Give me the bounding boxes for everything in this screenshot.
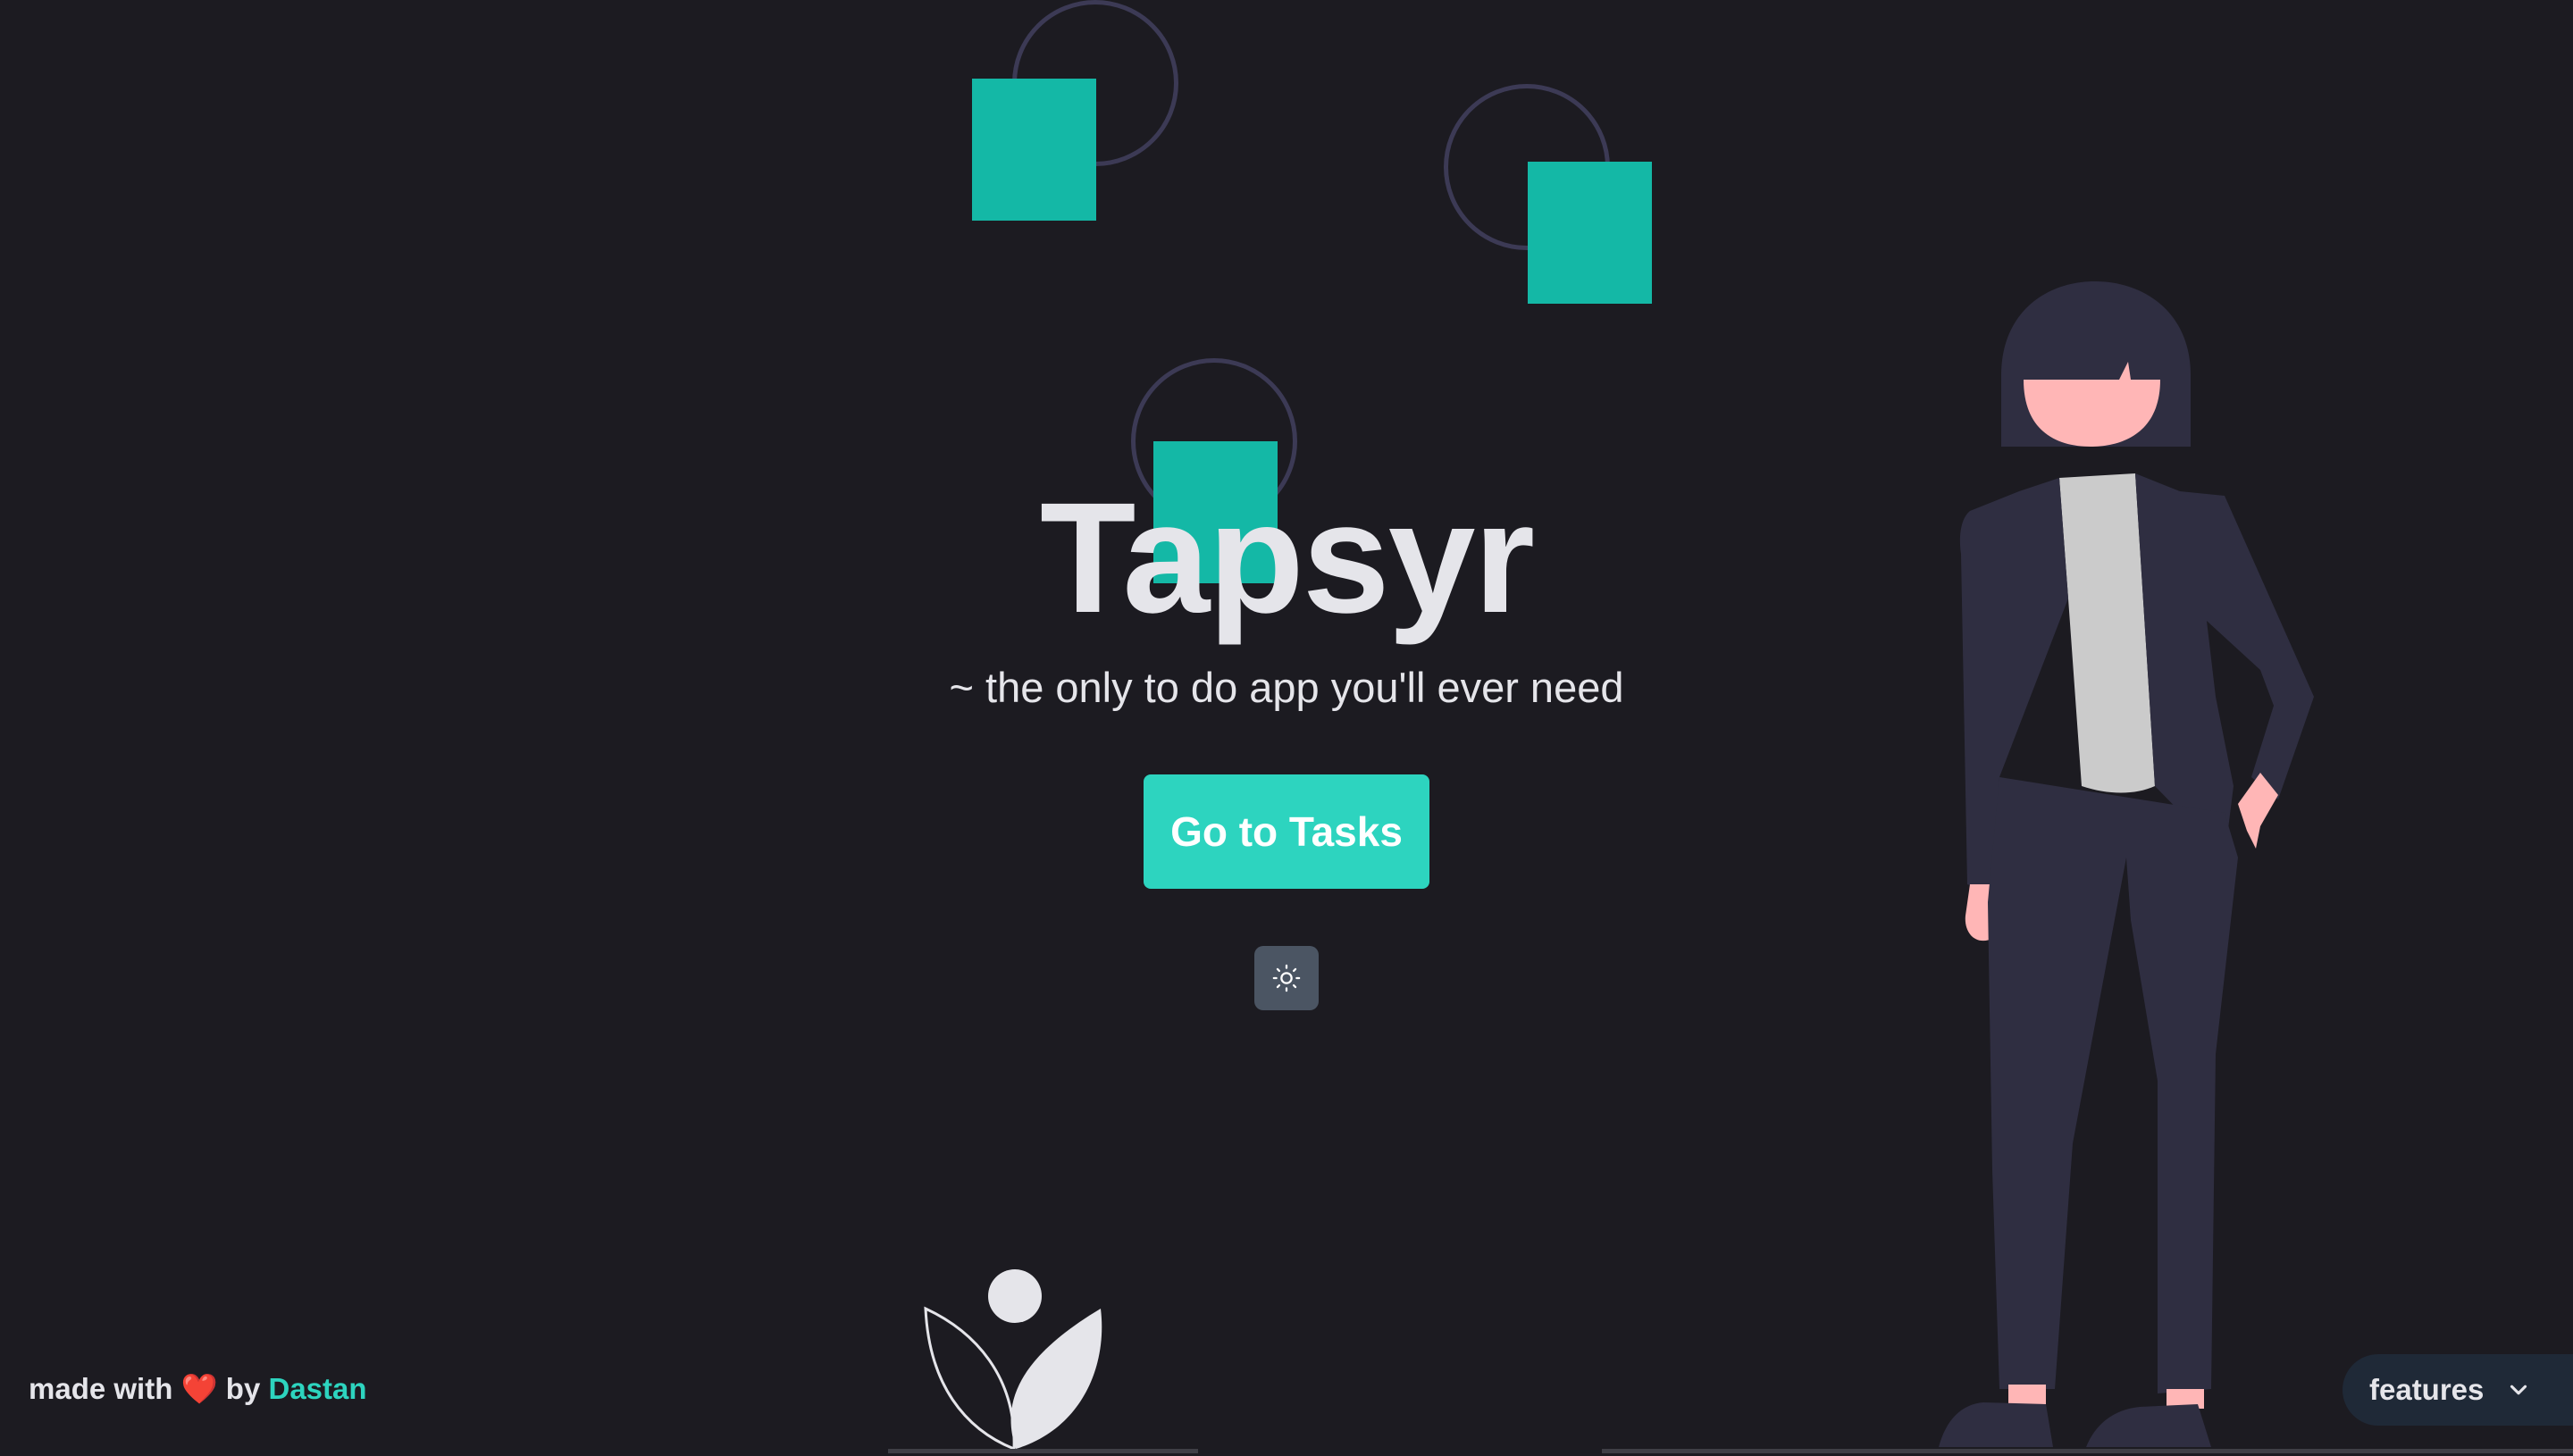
theme-toggle-button[interactable] [1254,946,1319,1010]
ground-line [1602,1449,2573,1453]
go-to-tasks-button[interactable]: Go to Tasks [1144,774,1429,889]
heart-icon: ❤️ [180,1371,218,1406]
chevron-down-icon [2505,1377,2532,1403]
person-illustration [1939,281,2314,1447]
features-button[interactable]: features [2343,1354,2573,1426]
landing-page: Tapsyr ~ the only to do app you'll ever … [0,0,2573,1456]
ground-line [888,1449,1198,1453]
decor-square [972,79,1096,221]
sun-icon [1271,963,1302,993]
credit-prefix: made with [29,1372,173,1405]
credit-by: by [225,1372,261,1405]
plant-illustration [924,1269,1102,1452]
footer-credit: made with ❤️ by Dastan [29,1367,367,1411]
author-link[interactable]: Dastan [268,1372,366,1405]
features-label: features [2369,1373,2485,1406]
decor-square [1528,162,1652,304]
